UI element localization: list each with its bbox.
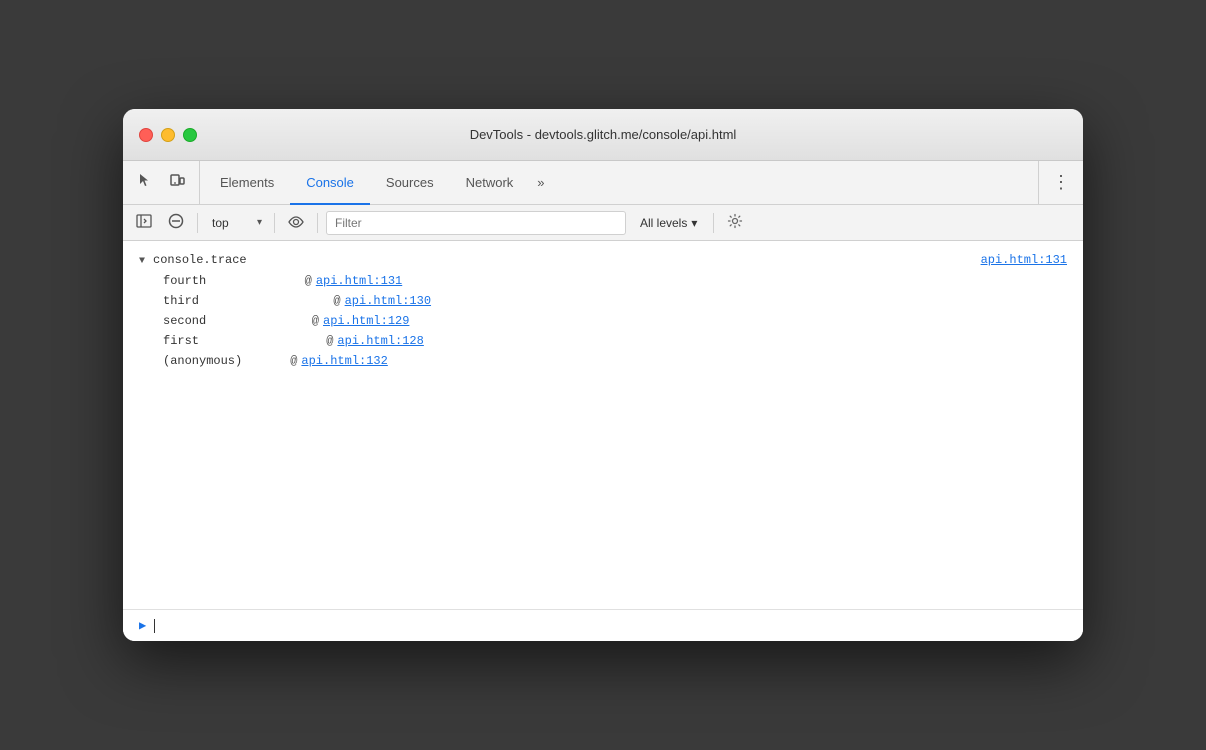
toolbar-separator-3: [317, 213, 318, 233]
console-cursor: [154, 619, 155, 633]
expand-panel-icon: [136, 214, 152, 231]
tab-sources-label: Sources: [386, 175, 434, 190]
tabs-container: Elements Console Sources Network »: [204, 161, 1038, 204]
traffic-lights: [139, 128, 197, 142]
tab-console-label: Console: [306, 175, 354, 190]
tab-elements-label: Elements: [220, 175, 274, 190]
trace-row-name-0: fourth: [163, 274, 283, 288]
console-output: ▼ console.trace api.html:131 fourth @ ap…: [123, 241, 1083, 609]
console-sidebar-toggle[interactable]: [131, 210, 157, 236]
trace-expand-arrow[interactable]: ▼: [139, 256, 145, 267]
cursor-icon-button[interactable]: [131, 169, 159, 197]
clear-console-button[interactable]: [163, 210, 189, 236]
more-tabs-icon: »: [537, 175, 544, 190]
levels-dropdown-button[interactable]: All levels ▾: [632, 214, 705, 232]
trace-row-at-1: @: [283, 294, 341, 308]
trace-row-name-3: first: [163, 334, 283, 348]
trace-row-link-3[interactable]: api.html:128: [337, 334, 423, 348]
gear-icon: [727, 213, 743, 232]
console-toolbar: top ▾ All levels ▾: [123, 205, 1083, 241]
devtools-toolbar: Elements Console Sources Network » ⋮: [123, 161, 1083, 205]
filter-input-wrapper: [326, 211, 626, 235]
tab-more-button[interactable]: »: [529, 161, 552, 204]
title-bar: DevTools - devtools.glitch.me/console/ap…: [123, 109, 1083, 161]
trace-row: (anonymous) @ api.html:132: [123, 351, 1083, 371]
more-vert-icon: ⋮: [1052, 172, 1070, 193]
console-prompt-icon: ▶: [139, 618, 146, 633]
device-icon-button[interactable]: [163, 169, 191, 197]
tab-sources[interactable]: Sources: [370, 162, 450, 205]
console-main-content: ▼ console.trace api.html:131 fourth @ ap…: [123, 241, 1083, 641]
trace-row-name-4: (anonymous): [163, 354, 283, 368]
tab-console[interactable]: Console: [290, 162, 370, 205]
tab-network-label: Network: [466, 175, 514, 190]
trace-header-left: ▼ console.trace: [139, 253, 247, 267]
trace-row-link-2[interactable]: api.html:129: [323, 314, 409, 328]
trace-row-at-3: @: [283, 334, 333, 348]
window-title: DevTools - devtools.glitch.me/console/ap…: [470, 127, 737, 142]
trace-row-name-1: third: [163, 294, 283, 308]
close-button[interactable]: [139, 128, 153, 142]
trace-row-at-0: @: [283, 274, 312, 288]
trace-name: console.trace: [153, 253, 247, 267]
trace-row-name-2: second: [163, 314, 283, 328]
toolbar-separator-4: [713, 213, 714, 233]
toolbar-separator-1: [197, 213, 198, 233]
device-icon: [169, 172, 185, 193]
tab-elements[interactable]: Elements: [204, 162, 290, 205]
minimize-button[interactable]: [161, 128, 175, 142]
levels-chevron-icon: ▾: [691, 216, 697, 230]
trace-row: second @ api.html:129: [123, 311, 1083, 331]
devtools-menu-button[interactable]: ⋮: [1047, 169, 1075, 197]
trace-row-link-1[interactable]: api.html:130: [345, 294, 431, 308]
toolbar-end: ⋮: [1038, 161, 1075, 204]
cursor-icon: [137, 172, 153, 193]
trace-row-link-0[interactable]: api.html:131: [316, 274, 402, 288]
devtools-window: DevTools - devtools.glitch.me/console/ap…: [123, 109, 1083, 641]
eye-button[interactable]: [283, 210, 309, 236]
filter-input[interactable]: [335, 216, 617, 230]
eye-icon: [287, 215, 305, 231]
tab-network[interactable]: Network: [450, 162, 530, 205]
maximize-button[interactable]: [183, 128, 197, 142]
context-select[interactable]: top: [206, 214, 266, 232]
trace-row-link-4[interactable]: api.html:132: [301, 354, 387, 368]
trace-row-at-4: @: [283, 354, 297, 368]
levels-label: All levels: [640, 216, 687, 230]
no-entry-icon: [168, 213, 184, 232]
trace-header-row: ▼ console.trace api.html:131: [123, 249, 1083, 271]
trace-row: fourth @ api.html:131: [123, 271, 1083, 291]
console-settings-button[interactable]: [722, 210, 748, 236]
toolbar-separator-2: [274, 213, 275, 233]
trace-source-link[interactable]: api.html:131: [981, 253, 1067, 267]
trace-row-at-2: @: [283, 314, 319, 328]
trace-row: first @ api.html:128: [123, 331, 1083, 351]
toolbar-icons-group: [131, 161, 200, 204]
console-input-area: ▶: [123, 609, 1083, 641]
context-select-wrapper: top ▾: [206, 214, 266, 232]
trace-row: third @ api.html:130: [123, 291, 1083, 311]
